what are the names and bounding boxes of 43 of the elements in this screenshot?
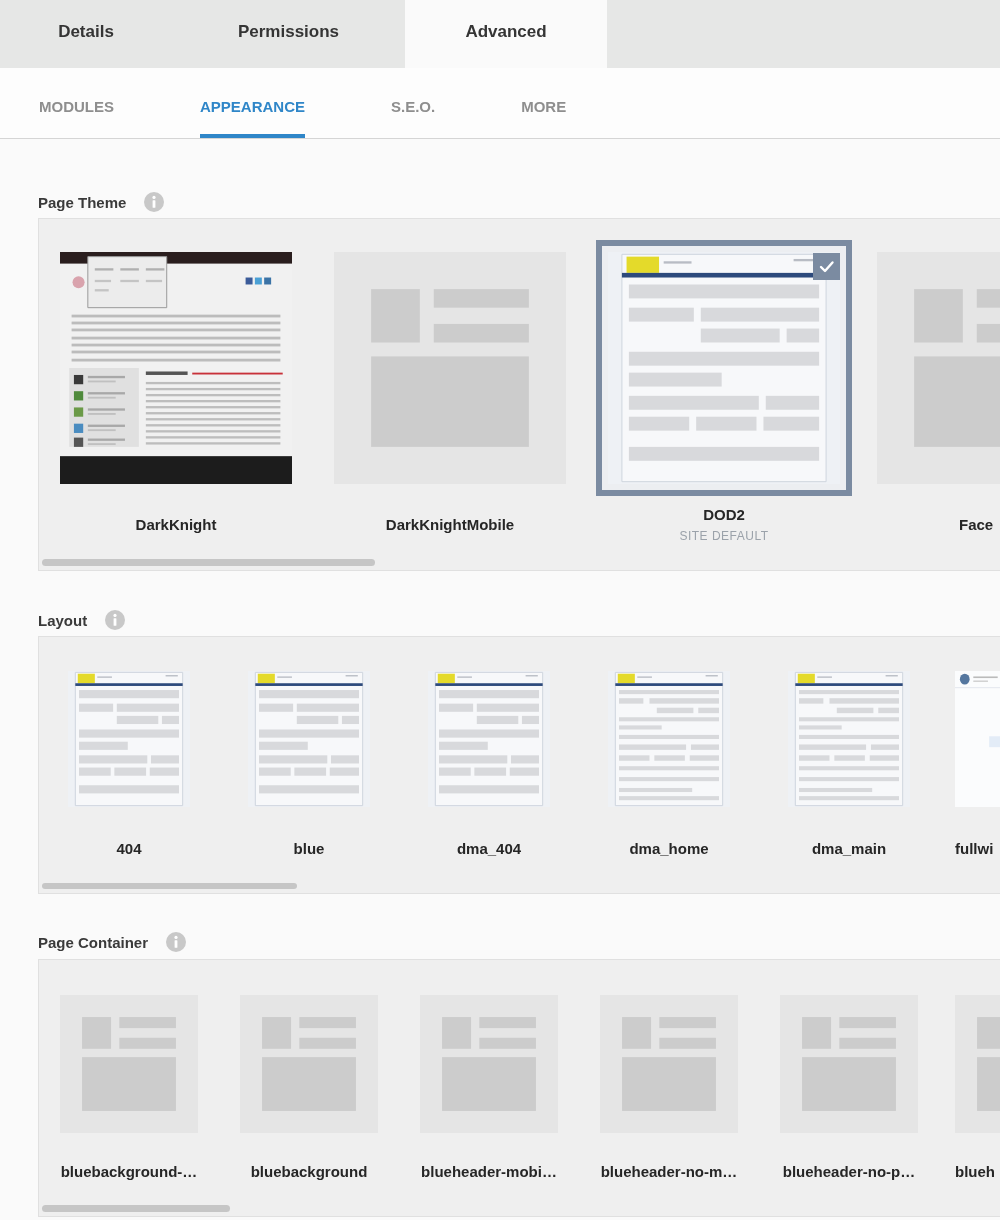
page-preview-drawing[interactable]: [60, 252, 292, 484]
subtab[interactable]: S.E.O.: [391, 68, 436, 138]
container-name: blueheader-no-m…: [600, 1162, 738, 1180]
scrollbar[interactable]: [42, 559, 375, 566]
tab[interactable]: Details: [0, 0, 172, 68]
placeholder-drawing[interactable]: [420, 995, 558, 1133]
container-name: blueh: [955, 1162, 995, 1180]
container-name: blueheader-no-p…: [782, 1162, 916, 1180]
container-name: bluebackground-…: [60, 1162, 198, 1180]
placeholder-drawing[interactable]: [877, 252, 1000, 484]
info-icon[interactable]: [105, 610, 126, 630]
placeholder-drawing[interactable]: [600, 995, 738, 1133]
placeholder-drawing[interactable]: [334, 252, 566, 484]
section-title: Layout: [38, 611, 88, 629]
section-title: Page Container: [38, 933, 149, 951]
placeholder-drawing[interactable]: [240, 995, 378, 1133]
theme-name: DarkKnight: [135, 516, 217, 533]
section-title: Page Theme: [38, 193, 127, 211]
scrollbar[interactable]: [42, 1205, 230, 1212]
layout-name: dma_home: [629, 839, 709, 857]
theme-name: DOD2: [703, 506, 745, 523]
layout-name: dma_main: [811, 839, 887, 857]
container-name: blueheader-mobi…: [421, 1162, 557, 1180]
placeholder-drawing[interactable]: [955, 995, 1000, 1133]
placeholder-drawing[interactable]: [60, 995, 198, 1133]
placeholder-drawing[interactable]: [780, 995, 918, 1133]
site-default-label: SITE DEFAULT: [679, 529, 769, 543]
theme-name: DarkKnightMobile: [385, 516, 515, 533]
tab[interactable]: Advanced: [405, 0, 607, 68]
check-icon: [813, 253, 840, 280]
layout-name: blue: [293, 839, 325, 857]
scrollbar[interactable]: [42, 883, 297, 889]
subtab[interactable]: MODULES: [39, 68, 114, 138]
tab[interactable]: Permissions: [172, 0, 405, 68]
info-icon[interactable]: [144, 192, 165, 212]
layout-name: 404: [116, 839, 142, 857]
layout-name: dma_404: [456, 839, 522, 857]
layout-name: fullwi: [955, 839, 994, 857]
subtab[interactable]: MORE: [521, 68, 567, 138]
subtab[interactable]: APPEARANCE: [200, 68, 305, 138]
theme-name: Face: [959, 516, 994, 533]
info-icon[interactable]: [166, 932, 187, 952]
container-name: bluebackground: [250, 1162, 368, 1180]
